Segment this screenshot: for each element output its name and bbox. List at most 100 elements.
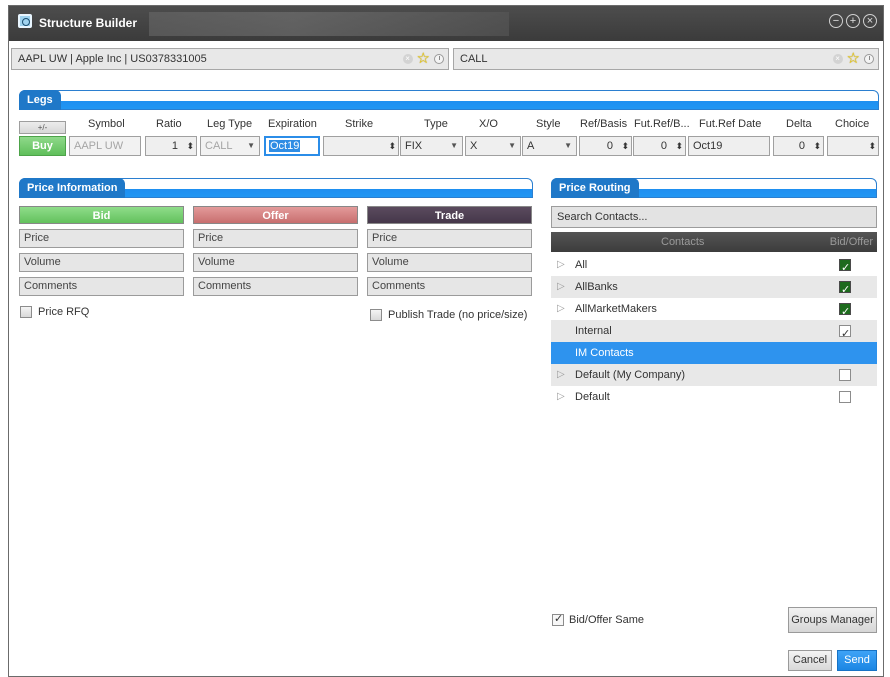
- title-bar[interactable]: Structure Builder − + ×: [9, 6, 883, 41]
- price-information-title: Price Information: [19, 178, 126, 198]
- cancel-button[interactable]: Cancel: [788, 650, 832, 671]
- bid-comments-input[interactable]: Comments: [19, 277, 184, 296]
- contact-name: Default: [575, 391, 610, 403]
- contacts-table-header: Contacts Bid/Offer: [551, 232, 877, 252]
- trade-header: Trade: [367, 206, 532, 224]
- delta-spinner-icon[interactable]: ⬍: [813, 140, 821, 152]
- leg-fut-ref-date-field[interactable]: Oct19: [688, 136, 770, 156]
- leg-ref-basis-value: 0: [606, 140, 613, 152]
- leg-expiration-field[interactable]: Oct19: [264, 136, 320, 156]
- send-button[interactable]: Send: [837, 650, 877, 671]
- offer-comments-input[interactable]: Comments: [193, 277, 358, 296]
- col-ref-basis: Ref/Basis: [580, 118, 628, 130]
- contact-row-allbanks[interactable]: ▷ AllBanks: [551, 276, 877, 301]
- price-information-header: Price Information: [19, 178, 533, 198]
- leg-type-fix-value: FIX: [405, 140, 423, 152]
- col-xo: X/O: [479, 118, 498, 130]
- maximize-icon[interactable]: +: [846, 14, 860, 28]
- price-routing-header: Price Routing: [551, 178, 877, 198]
- app-logo-icon: [18, 14, 32, 28]
- expand-arrow-icon[interactable]: ▷: [557, 298, 565, 320]
- expand-arrow-icon[interactable]: ▷: [557, 364, 565, 386]
- symbol-text: AAPL UW | Apple Inc | US0378331005: [18, 53, 207, 65]
- contact-name: Internal: [575, 325, 612, 337]
- price-rfq-checkbox[interactable]: [20, 306, 32, 318]
- leg-type-select[interactable]: CALL ▼: [200, 136, 260, 156]
- offer-price-input[interactable]: Price: [193, 229, 358, 248]
- ref-basis-spinner-icon[interactable]: ⬍: [621, 140, 629, 152]
- ratio-spinner-icon[interactable]: ⬍: [186, 140, 194, 152]
- clear-icon[interactable]: ×: [832, 54, 843, 64]
- contact-name: AllMarketMakers: [575, 303, 657, 315]
- contact-row-internal[interactable]: Internal: [551, 320, 877, 345]
- strike-spinner-icon[interactable]: ⬍: [388, 140, 396, 152]
- star-icon[interactable]: ☆: [847, 51, 860, 67]
- contact-bid-offer-checkbox[interactable]: [839, 301, 851, 323]
- col-strike: Strike: [345, 118, 374, 130]
- leg-delta-field[interactable]: 0 ⬍: [773, 136, 824, 156]
- contact-row-im-contacts[interactable]: IM Contacts: [551, 342, 877, 364]
- structure-type-field[interactable]: CALL × ☆: [453, 48, 879, 70]
- contact-row-allmarketmakers[interactable]: ▷ AllMarketMakers: [551, 298, 877, 323]
- col-style: Style: [536, 118, 561, 130]
- contact-bid-offer-checkbox[interactable]: [839, 369, 851, 381]
- fut-ref-basis-spinner-icon[interactable]: ⬍: [675, 140, 683, 152]
- contact-row-all[interactable]: ▷ All: [551, 254, 877, 279]
- contact-name: All: [575, 259, 588, 271]
- history-icon[interactable]: [434, 54, 444, 64]
- window-controls: − + ×: [829, 14, 877, 28]
- trade-price-input[interactable]: Price: [367, 229, 532, 248]
- contact-bid-offer-checkbox[interactable]: [839, 257, 851, 279]
- expand-arrow-icon[interactable]: ▷: [557, 254, 565, 276]
- col-ratio: Ratio: [156, 118, 182, 130]
- leg-xo-value: X: [470, 140, 478, 152]
- bid-offer-same-checkbox[interactable]: [552, 612, 564, 626]
- expand-arrow-icon[interactable]: ▷: [557, 276, 565, 298]
- bid-offer-column-header[interactable]: Bid/Offer: [830, 232, 873, 252]
- leg-expiration-value: Oct19: [269, 140, 301, 152]
- choice-spinner-icon[interactable]: ⬍: [868, 140, 876, 152]
- contact-bid-offer-checkbox[interactable]: [839, 323, 851, 345]
- bid-offer-same-label: Bid/Offer Same: [569, 614, 644, 626]
- legs-column-headers: Symbol Ratio Leg Type Expiration Strike …: [19, 118, 879, 134]
- window-title: Structure Builder: [39, 16, 138, 30]
- star-icon[interactable]: ☆: [417, 51, 430, 67]
- leg-strike-field[interactable]: ⬍: [323, 136, 399, 156]
- expand-arrow-icon[interactable]: ▷: [557, 386, 565, 408]
- col-expiration: Expiration: [268, 118, 317, 130]
- contact-row-default[interactable]: ▷ Default: [551, 386, 877, 408]
- leg-ref-basis-field[interactable]: 0 ⬍: [579, 136, 632, 156]
- trade-volume-input[interactable]: Volume: [367, 253, 532, 272]
- buy-sell-toggle[interactable]: Buy: [19, 136, 66, 156]
- leg-style-field[interactable]: A ▼: [522, 136, 577, 156]
- symbol-field[interactable]: AAPL UW | Apple Inc | US0378331005 × ☆: [11, 48, 449, 70]
- col-fut-ref-basis: Fut.Ref/B...: [634, 118, 690, 130]
- contacts-column-header[interactable]: Contacts: [661, 232, 704, 252]
- close-icon[interactable]: ×: [863, 14, 877, 28]
- contact-bid-offer-checkbox[interactable]: [839, 391, 851, 403]
- minimize-icon[interactable]: −: [829, 14, 843, 28]
- contact-row-default-my-company[interactable]: ▷ Default (My Company): [551, 364, 877, 386]
- offer-header: Offer: [193, 206, 358, 224]
- leg-xo-field[interactable]: X ▼: [465, 136, 521, 156]
- trade-comments-input[interactable]: Comments: [367, 277, 532, 296]
- chevron-down-icon: ▼: [450, 141, 458, 150]
- bid-price-input[interactable]: Price: [19, 229, 184, 248]
- col-symbol: Symbol: [88, 118, 125, 130]
- col-choice: Choice: [835, 118, 870, 130]
- leg-fut-ref-basis-value: 0: [660, 140, 667, 152]
- leg-choice-field[interactable]: ⬍: [827, 136, 879, 156]
- leg-fut-ref-basis-field[interactable]: 0 ⬍: [633, 136, 686, 156]
- search-contacts-input[interactable]: Search Contacts...: [551, 206, 877, 228]
- leg-type-field[interactable]: FIX ▼: [400, 136, 463, 156]
- history-icon[interactable]: [864, 54, 874, 64]
- groups-manager-button[interactable]: Groups Manager: [788, 607, 877, 633]
- leg-symbol-field[interactable]: AAPL UW: [69, 136, 141, 156]
- leg-row: Buy AAPL UW 1 ⬍ CALL ▼ Oct19 ⬍ FIX ▼ X ▼…: [19, 136, 879, 156]
- bid-volume-input[interactable]: Volume: [19, 253, 184, 272]
- offer-volume-input[interactable]: Volume: [193, 253, 358, 272]
- publish-trade-checkbox[interactable]: [370, 309, 382, 321]
- contact-bid-offer-checkbox[interactable]: [839, 279, 851, 301]
- clear-icon[interactable]: ×: [402, 54, 413, 64]
- leg-ratio-field[interactable]: 1 ⬍: [145, 136, 197, 156]
